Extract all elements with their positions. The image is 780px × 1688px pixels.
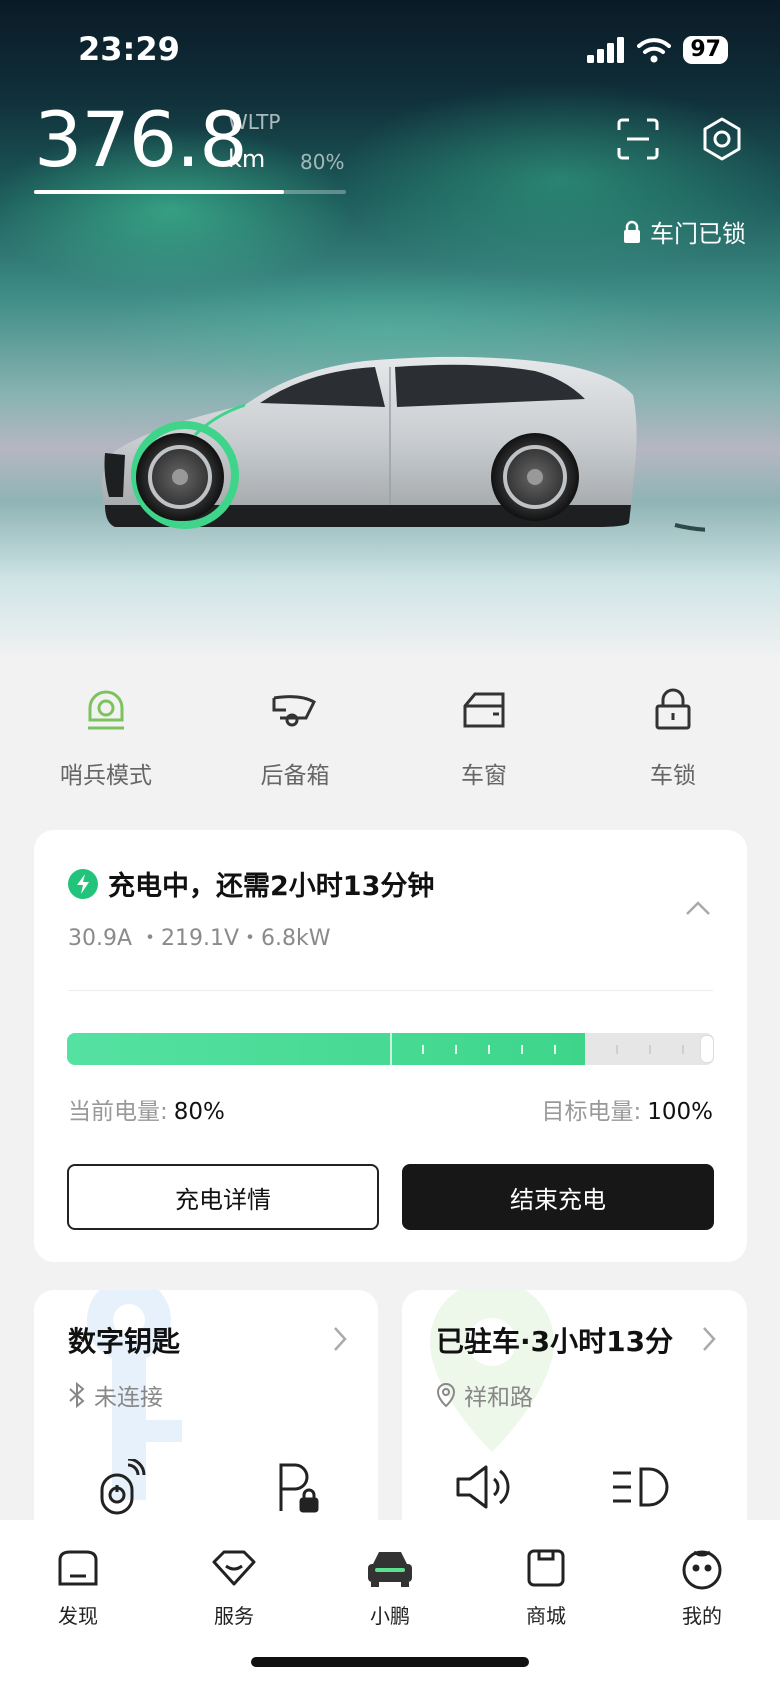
trunk-icon (272, 695, 316, 727)
collapse-button[interactable] (685, 900, 711, 920)
current-battery-label: 当前电量: (68, 1099, 168, 1125)
home-indicator (251, 1657, 529, 1667)
range-bar-fill (34, 190, 284, 194)
digital-key-status-label: 未连接 (94, 1385, 163, 1411)
range-unit: km (228, 145, 266, 173)
stop-charging-button[interactable]: 结束充电 (402, 1164, 714, 1230)
trunk-button[interactable]: 后备箱 (220, 680, 370, 790)
current-battery: 当前电量: 80% (68, 1092, 225, 1126)
progress-separator (390, 1033, 392, 1065)
range-bar (34, 190, 346, 194)
door-status-label: 车门已锁 (650, 220, 746, 248)
tab-label: 商城 (526, 1604, 566, 1628)
park-lock-button[interactable] (266, 1455, 330, 1519)
lock-icon (655, 688, 691, 730)
lock-small-icon (624, 220, 640, 243)
shop-icon (527, 1549, 565, 1587)
status-time: 23:29 (78, 30, 180, 68)
charge-progress-fill (67, 1033, 585, 1065)
tab-shop[interactable]: 商城 (491, 1542, 601, 1629)
status-icons: 97 (587, 36, 728, 64)
discover-icon (58, 1550, 98, 1586)
progress-tick (455, 1045, 457, 1054)
tab-xpeng[interactable]: 小鹏 (335, 1542, 445, 1629)
speaker-icon (456, 1465, 510, 1509)
wifi-icon (637, 38, 672, 63)
charge-detail-button[interactable]: 充电详情 (67, 1164, 379, 1230)
settings-button[interactable] (698, 115, 746, 163)
signal-icon (587, 37, 625, 63)
bluetooth-icon (69, 1382, 85, 1408)
progress-tick (682, 1045, 684, 1054)
door-lock-status: 车门已锁 (622, 214, 746, 249)
remote-start-button[interactable] (90, 1455, 154, 1519)
quick-action-label: 车锁 (650, 763, 696, 789)
progress-tick (521, 1045, 523, 1054)
profile-icon (682, 1550, 722, 1590)
target-battery-value: 100% (647, 1099, 713, 1125)
tab-label: 发现 (58, 1604, 98, 1628)
tab-profile[interactable]: 我的 (647, 1542, 757, 1629)
vehicle-hero: 23:29 97 376.8 WLTP km 80% 车门已锁 (0, 0, 780, 660)
charging-card: 充电中，还需2小时13分钟 30.9A ・219.1V・6.8kW 当前电量: 8… (34, 830, 747, 1262)
horn-button[interactable] (452, 1455, 516, 1519)
progress-tick (488, 1045, 490, 1054)
quick-action-label: 后备箱 (260, 763, 330, 789)
tab-label: 服务 (214, 1604, 254, 1628)
window-icon (463, 692, 505, 728)
charging-title: 充电中，还需2小时13分钟 (68, 864, 434, 903)
quick-actions: 哨兵模式 后备箱 车窗 车锁 (0, 680, 780, 790)
chevron-right-icon (703, 1327, 716, 1351)
charge-progress-bar[interactable] (67, 1033, 714, 1065)
progress-tick (554, 1045, 556, 1054)
target-battery: 目标电量: 100% (541, 1092, 713, 1126)
range-standard: WLTP (228, 110, 281, 134)
range-value: 376.8 (34, 95, 248, 184)
gear-icon (703, 117, 741, 161)
parking-arrow[interactable] (701, 1326, 717, 1356)
location-pin-icon (436, 1382, 456, 1408)
divider (68, 990, 713, 991)
car-image (102, 356, 705, 532)
tab-label: 小鹏 (370, 1604, 410, 1628)
service-icon (212, 1550, 256, 1586)
parking-location: 祥和路 (436, 1378, 533, 1412)
progress-tick (422, 1045, 424, 1054)
battery-icon: 97 (683, 36, 728, 64)
chevron-up-icon (686, 901, 710, 915)
parking-location-label: 祥和路 (464, 1385, 533, 1411)
digital-key-card[interactable]: 数字钥匙 未连接 (34, 1290, 378, 1550)
tab-discover[interactable]: 发现 (23, 1542, 133, 1629)
target-handle[interactable] (700, 1035, 714, 1063)
window-button[interactable]: 车窗 (409, 680, 559, 790)
scan-button[interactable] (614, 115, 662, 163)
parking-lock-icon (279, 1463, 319, 1513)
sentry-mode-button[interactable]: 哨兵模式 (31, 680, 181, 790)
remote-key-icon (100, 1459, 146, 1515)
progress-tick (649, 1045, 651, 1054)
sentry-camera-icon (88, 690, 124, 730)
flash-lights-button[interactable] (608, 1455, 672, 1519)
car-icon (368, 1552, 412, 1587)
car-lock-button[interactable]: 车锁 (598, 680, 748, 790)
scan-icon (617, 118, 659, 160)
parking-title: 已驻车·3小时13分 (436, 1325, 674, 1358)
charging-metrics: 30.9A ・219.1V・6.8kW (68, 926, 331, 951)
headlight-icon (613, 1467, 669, 1507)
digital-key-arrow[interactable] (332, 1326, 348, 1356)
charging-bolt-icon (68, 868, 98, 899)
battery-percent: 80% (300, 150, 345, 174)
charging-status-text: 充电中，还需2小时13分钟 (108, 871, 435, 902)
target-battery-label: 目标电量: (541, 1099, 642, 1125)
current-battery-value: 80% (173, 1099, 225, 1125)
parking-card[interactable]: 已驻车·3小时13分 祥和路 (402, 1290, 747, 1550)
quick-action-label: 车窗 (461, 763, 507, 789)
digital-key-status: 未连接 (68, 1378, 163, 1412)
tab-label: 我的 (682, 1604, 722, 1628)
digital-key-title: 数字钥匙 (68, 1325, 181, 1358)
quick-action-label: 哨兵模式 (60, 763, 152, 789)
tab-service[interactable]: 服务 (179, 1542, 289, 1629)
progress-tick (616, 1045, 618, 1054)
chevron-right-icon (334, 1327, 347, 1351)
